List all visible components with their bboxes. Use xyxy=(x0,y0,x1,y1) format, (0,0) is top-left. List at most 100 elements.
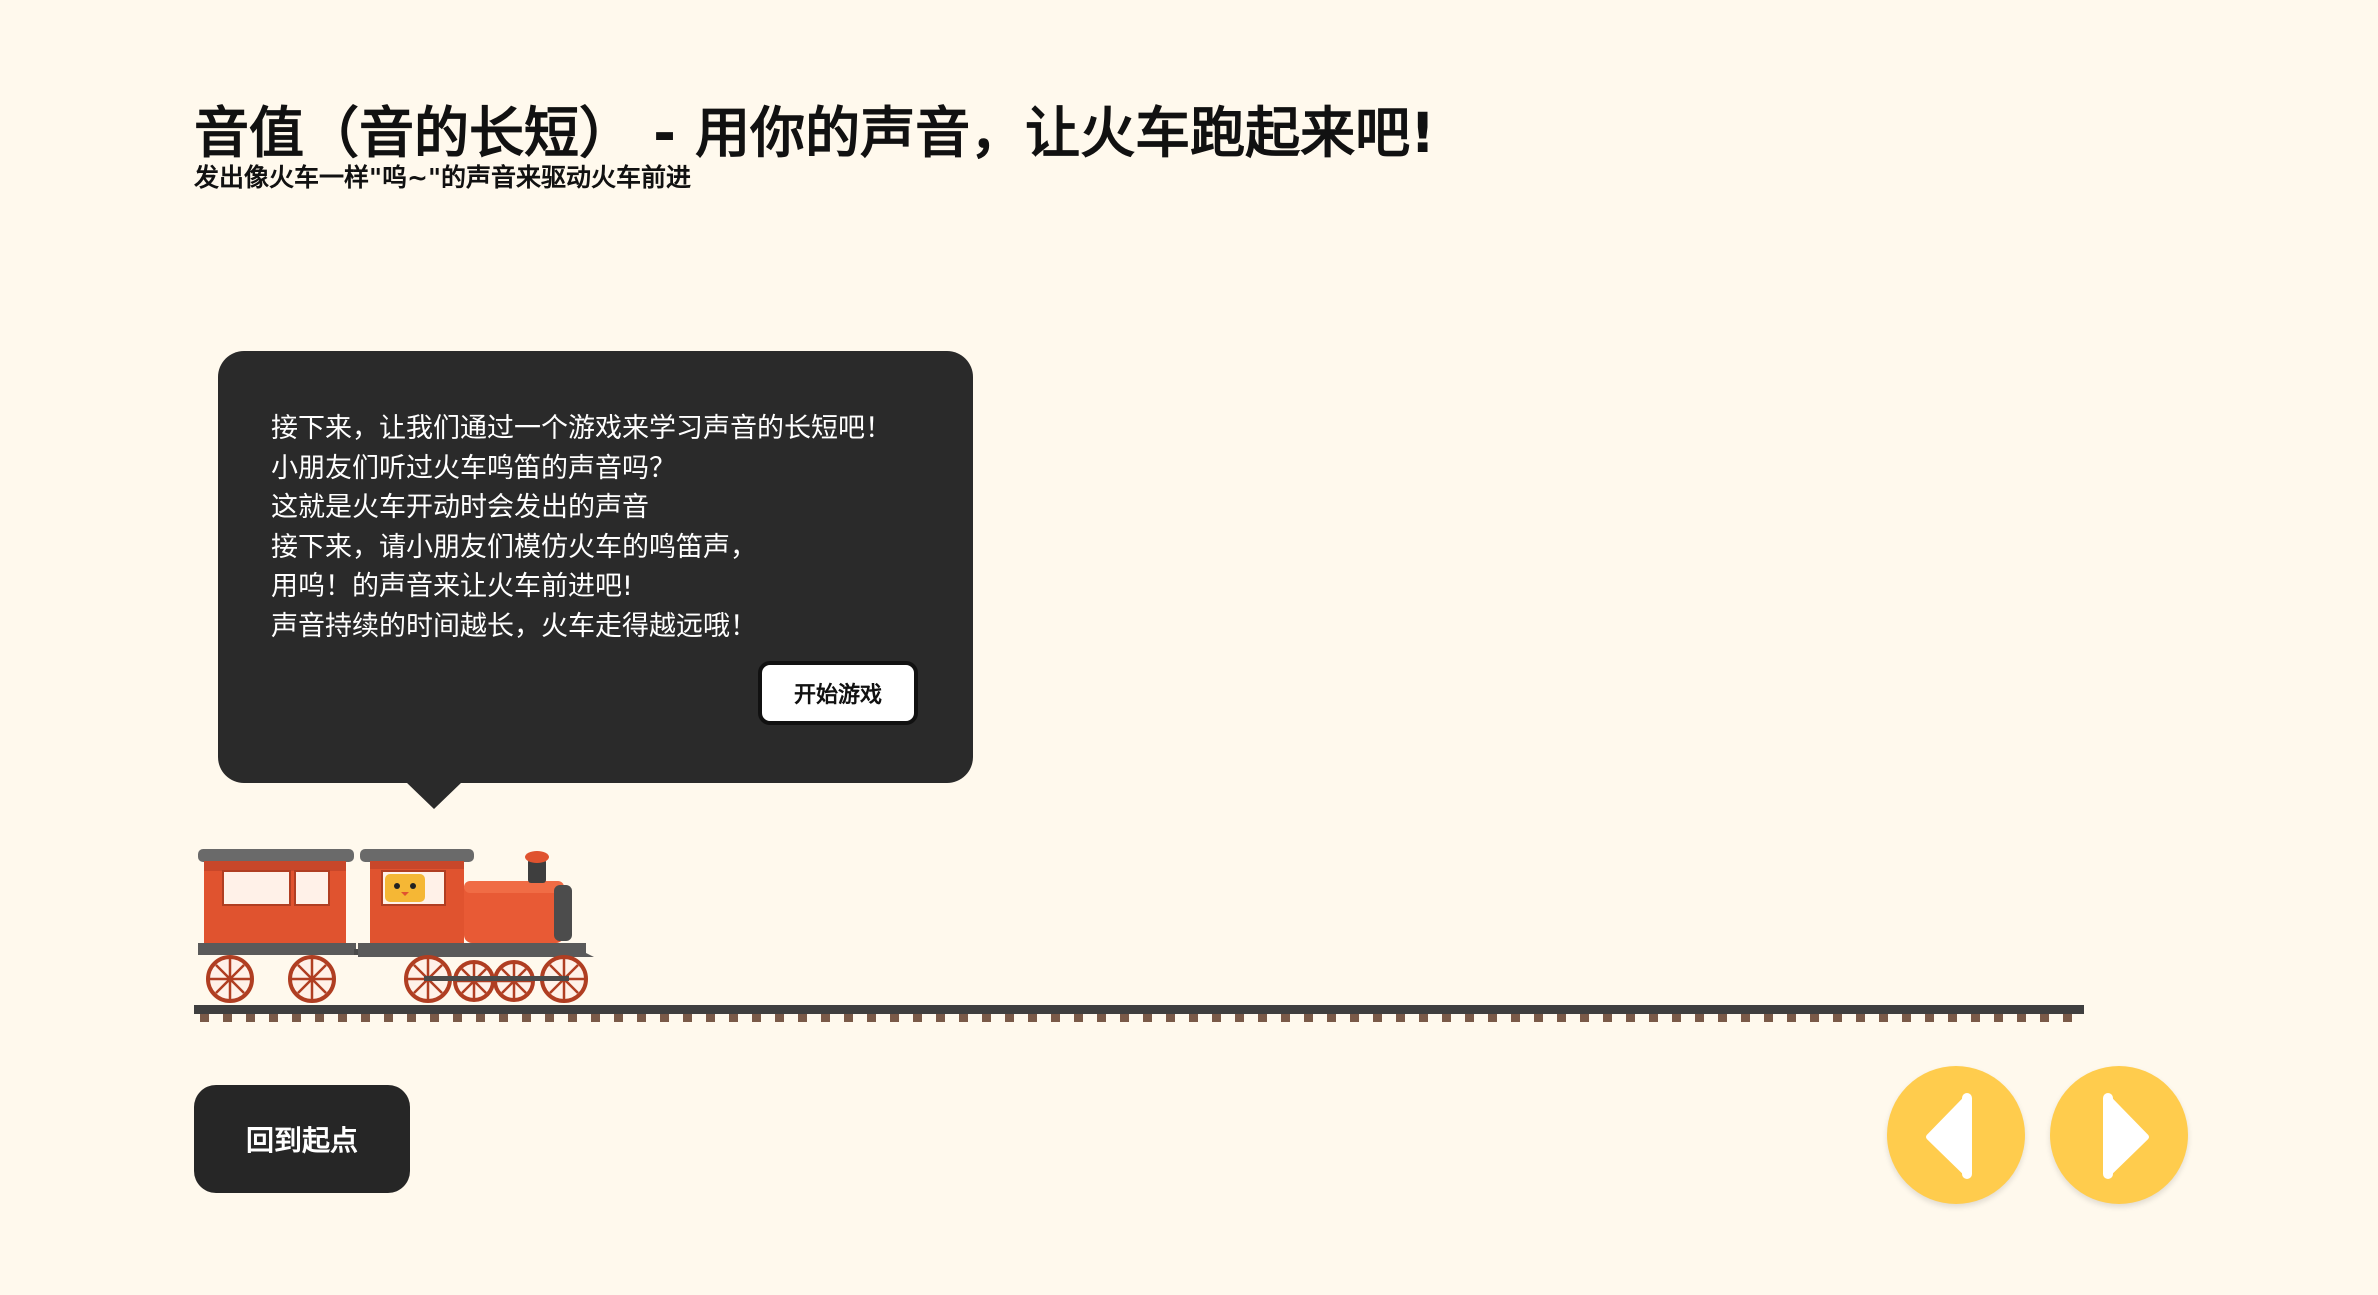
instruction-line-6: 声音持续的时间越长，火车走得越远哦！ xyxy=(271,610,757,642)
track-sleeper xyxy=(453,1014,462,1022)
instruction-line-3: 这就是火车开动时会发出的声音 xyxy=(271,492,649,523)
track-sleeper xyxy=(683,1014,692,1022)
instruction-line-5: 用呜！的声音来让火车前进吧! xyxy=(271,571,633,602)
instruction-line-2: 小朋友们听过火车鸣笛的声音吗？ xyxy=(271,452,676,484)
track-sleeper xyxy=(361,1014,370,1022)
instruction-text: 接下来，让我们通过一个游戏来学习声音的长短吧！ 小朋友们听过火车鸣笛的声音吗？ … xyxy=(271,409,931,646)
track-sleeper xyxy=(1626,1014,1635,1022)
track-sleeper xyxy=(1741,1014,1750,1022)
track-sleeper xyxy=(982,1014,991,1022)
track-sleeper xyxy=(522,1014,531,1022)
track-sleeper xyxy=(1810,1014,1819,1022)
track-sleeper xyxy=(1097,1014,1106,1022)
track-sleeper xyxy=(1695,1014,1704,1022)
chick-face-icon xyxy=(385,874,425,902)
chevron-right-icon xyxy=(2103,1093,2149,1179)
train-wheels xyxy=(206,955,588,1003)
track-sleeper xyxy=(798,1014,807,1022)
track-sleeper xyxy=(614,1014,623,1022)
track-sleeper xyxy=(476,1014,485,1022)
page-subtitle: 发出像火车一样"呜~"的声音来驱动火车前进 xyxy=(194,163,691,192)
track-sleeper xyxy=(292,1014,301,1022)
track-sleeper xyxy=(1833,1014,1842,1022)
track-sleeper xyxy=(1373,1014,1382,1022)
track-sleeper xyxy=(1856,1014,1865,1022)
track-sleeper xyxy=(867,1014,876,1022)
track-sleeper xyxy=(660,1014,669,1022)
train-carriage xyxy=(198,849,356,955)
track-sleeper xyxy=(1120,1014,1129,1022)
track-sleeper xyxy=(545,1014,554,1022)
track-sleeper xyxy=(890,1014,899,1022)
instruction-line-4: 接下来，请小朋友们模仿火车的鸣笛声， xyxy=(271,531,757,563)
next-button[interactable] xyxy=(2050,1066,2188,1204)
track-sleeper xyxy=(338,1014,347,1022)
track-sleeper xyxy=(2017,1014,2026,1022)
track-sleeper xyxy=(499,1014,508,1022)
prev-button[interactable] xyxy=(1887,1066,2025,1204)
track-sleeper xyxy=(936,1014,945,1022)
track-sleeper xyxy=(1350,1014,1359,1022)
track-sleeper xyxy=(1603,1014,1612,1022)
track-sleeper xyxy=(1511,1014,1520,1022)
track-sleeper xyxy=(1787,1014,1796,1022)
track-sleeper xyxy=(1442,1014,1451,1022)
track-sleeper xyxy=(200,1014,209,1022)
track-sleeper xyxy=(1051,1014,1060,1022)
track-sleeper xyxy=(1649,1014,1658,1022)
track-sleeper xyxy=(775,1014,784,1022)
track-sleeper xyxy=(2040,1014,2049,1022)
track-sleeper xyxy=(1764,1014,1773,1022)
instruction-line-1: 接下来，让我们通过一个游戏来学习声音的长短吧！ xyxy=(271,413,892,444)
track-sleeper xyxy=(1028,1014,1037,1022)
track-sleeper xyxy=(246,1014,255,1022)
track-sleeper xyxy=(1534,1014,1543,1022)
track-sleeper xyxy=(1557,1014,1566,1022)
track-sleeper xyxy=(269,1014,278,1022)
track-sleeper xyxy=(1304,1014,1313,1022)
track-sleeper xyxy=(1281,1014,1290,1022)
track-sleeper xyxy=(959,1014,968,1022)
track-sleeper xyxy=(1005,1014,1014,1022)
track-sleeper xyxy=(1580,1014,1589,1022)
track-sleeper xyxy=(1488,1014,1497,1022)
track-sleeper xyxy=(384,1014,393,1022)
page-title: 音值（音的长短） - 用你的声音，让火车跑起来吧! xyxy=(194,101,1436,165)
instruction-bubble: 接下来，让我们通过一个游戏来学习声音的长短吧！ 小朋友们听过火车鸣笛的声音吗？ … xyxy=(218,351,973,783)
train-locomotive xyxy=(358,849,594,957)
track-sleeper xyxy=(2063,1014,2072,1022)
start-game-button[interactable]: 开始游戏 xyxy=(758,661,918,725)
track-sleeper xyxy=(1258,1014,1267,1022)
track-sleeper xyxy=(430,1014,439,1022)
track-sleeper xyxy=(568,1014,577,1022)
track-sleeper xyxy=(1327,1014,1336,1022)
track-sleeper xyxy=(821,1014,830,1022)
track-sleeper xyxy=(1948,1014,1957,1022)
track-sleeper xyxy=(1925,1014,1934,1022)
track-sleeper xyxy=(591,1014,600,1022)
track-sleeper xyxy=(407,1014,416,1022)
track-sleeper xyxy=(1396,1014,1405,1022)
track-sleeper xyxy=(1419,1014,1428,1022)
track-sleeper xyxy=(1971,1014,1980,1022)
track-sleeper xyxy=(315,1014,324,1022)
track-sleeper xyxy=(1465,1014,1474,1022)
track-sleeper xyxy=(1994,1014,2003,1022)
bubble-tail xyxy=(406,782,462,809)
track-sleeper xyxy=(637,1014,646,1022)
track-sleeper xyxy=(1189,1014,1198,1022)
reset-to-start-button[interactable]: 回到起点 xyxy=(194,1085,410,1193)
track-sleeper xyxy=(1672,1014,1681,1022)
track-sleeper xyxy=(1143,1014,1152,1022)
track-sleeper xyxy=(1902,1014,1911,1022)
track-sleeper xyxy=(729,1014,738,1022)
track-sleeper xyxy=(223,1014,232,1022)
track-sleeper xyxy=(752,1014,761,1022)
chevron-left-icon xyxy=(1926,1093,1972,1179)
track-sleeper xyxy=(706,1014,715,1022)
track-sleeper xyxy=(844,1014,853,1022)
track-sleeper xyxy=(1212,1014,1221,1022)
track-sleeper xyxy=(1074,1014,1083,1022)
track-sleeper xyxy=(1235,1014,1244,1022)
track-sleeper xyxy=(913,1014,922,1022)
